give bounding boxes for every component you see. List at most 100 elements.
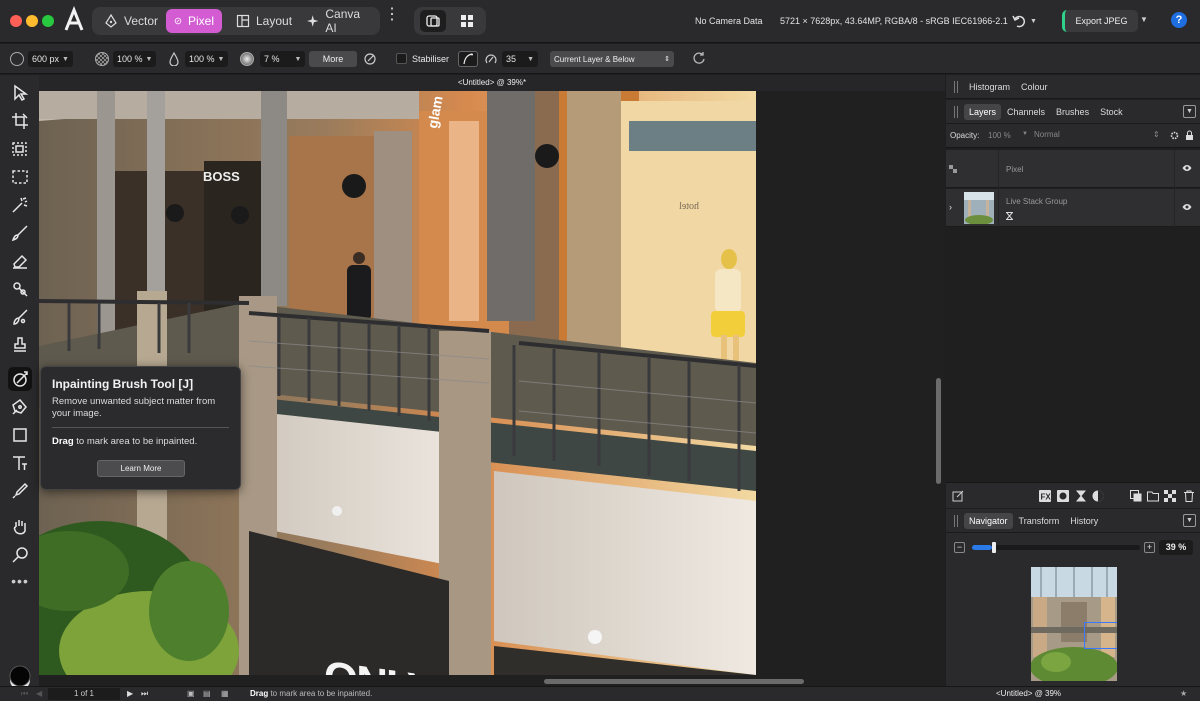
- tab-histogram[interactable]: Histogram: [964, 79, 1015, 95]
- tab-colour[interactable]: Colour: [1016, 79, 1053, 95]
- page-list-icon[interactable]: ▤: [203, 689, 211, 698]
- gear-icon[interactable]: [1169, 130, 1180, 141]
- brush-settings-icon[interactable]: [363, 52, 377, 66]
- layer-row-live-stack-group[interactable]: › Live Stack Group: [946, 189, 1200, 227]
- live-filter-icon[interactable]: [1075, 490, 1087, 502]
- eye-icon[interactable]: [1182, 203, 1192, 211]
- persona-pixel-button[interactable]: Pixel: [166, 9, 222, 33]
- checkerboard-add-icon[interactable]: [1164, 490, 1176, 502]
- edit-layer-icon[interactable]: [952, 490, 964, 502]
- marquee-tool-button[interactable]: [8, 165, 32, 189]
- folder-icon[interactable]: [1147, 490, 1159, 502]
- stabiliser-value-control[interactable]: 35 ▼: [502, 51, 538, 67]
- eye-icon[interactable]: [1182, 164, 1192, 172]
- panel-grip-icon[interactable]: [954, 80, 958, 93]
- tab-history[interactable]: History: [1065, 513, 1103, 529]
- star-icon[interactable]: ★: [1180, 689, 1187, 698]
- tab-channels[interactable]: Channels: [1002, 104, 1050, 120]
- document-tab[interactable]: <Untitled> @ 39%*: [39, 75, 945, 91]
- hardness-control[interactable]: 7 % ▼: [240, 51, 306, 67]
- opacity-field[interactable]: 100 % ▼: [113, 51, 157, 67]
- persona-canva-ai-button[interactable]: Canva AI: [298, 7, 380, 35]
- layer-fx-icon[interactable]: FX: [1039, 490, 1051, 502]
- move-tool-button[interactable]: [8, 81, 32, 105]
- horizontal-scrollbar[interactable]: [544, 679, 804, 684]
- lock-icon[interactable]: [1185, 130, 1194, 141]
- page-indicator[interactable]: 1 of 1: [48, 688, 120, 700]
- layer-source-select[interactable]: Current Layer & Below ⇕: [550, 51, 674, 67]
- add-pixel-layer-icon[interactable]: [1130, 490, 1142, 502]
- crop-tool-button[interactable]: [8, 109, 32, 133]
- opacity-control[interactable]: 100 % ▼: [95, 51, 157, 67]
- tab-stock[interactable]: Stock: [1095, 104, 1128, 120]
- export-options-chevron-icon[interactable]: ▼: [1140, 15, 1148, 24]
- undo-button[interactable]: ▼: [1012, 12, 1046, 30]
- page-spread-icon[interactable]: ▣: [187, 689, 195, 698]
- dodge-brush-tool-button[interactable]: [8, 277, 32, 301]
- affinity-logo-icon[interactable]: [62, 5, 86, 36]
- grid-view-button[interactable]: [454, 10, 480, 32]
- navigator-viewport-rect[interactable]: [1084, 622, 1117, 649]
- more-button[interactable]: More: [309, 51, 357, 67]
- stabiliser-value-field[interactable]: 35 ▼: [502, 51, 538, 67]
- more-options-icon[interactable]: ⋮: [384, 7, 400, 32]
- layer-opacity-value[interactable]: 100 %: [988, 131, 1011, 140]
- blend-mode-select[interactable]: Normal: [1034, 130, 1060, 139]
- zoom-window-button[interactable]: [42, 15, 54, 27]
- last-page-icon[interactable]: ⏭: [141, 689, 148, 699]
- zoom-tool-button[interactable]: [8, 543, 32, 567]
- erase-brush-tool-button[interactable]: [8, 249, 32, 273]
- zoom-out-button[interactable]: −: [954, 542, 965, 553]
- expand-chevron-icon[interactable]: ›: [949, 202, 952, 212]
- more-tools-icon[interactable]: •••: [8, 569, 32, 593]
- learn-more-button[interactable]: Learn More: [97, 460, 185, 477]
- mask-layer-icon[interactable]: [1057, 490, 1069, 502]
- tab-transform[interactable]: Transform: [1014, 513, 1065, 529]
- hardness-field[interactable]: 7 % ▼: [260, 51, 306, 67]
- adjustment-layer-icon[interactable]: [1092, 490, 1104, 502]
- flow-control[interactable]: 100 % ▼: [168, 51, 229, 67]
- window-mode-button[interactable]: [481, 51, 501, 67]
- brush-width-field[interactable]: 600 px ▼: [28, 51, 73, 67]
- prev-page-icon[interactable]: ◀: [36, 689, 42, 698]
- flow-field[interactable]: 100 % ▼: [185, 51, 229, 67]
- flood-select-tool-button[interactable]: [8, 193, 32, 217]
- layer-row-pixel[interactable]: Pixel: [946, 150, 1200, 188]
- reset-refresh-icon[interactable]: [692, 51, 706, 65]
- collapse-chevron-icon[interactable]: ▼: [1183, 105, 1196, 118]
- vertical-scrollbar[interactable]: [936, 378, 941, 484]
- export-jpeg-button[interactable]: Export JPEG: [1062, 10, 1138, 32]
- zoom-in-button[interactable]: +: [1144, 542, 1155, 553]
- persona-layout-button[interactable]: Layout: [228, 9, 300, 33]
- zoom-value-field[interactable]: 39 %: [1159, 540, 1193, 555]
- tab-navigator[interactable]: Navigator: [964, 512, 1013, 529]
- tab-layers[interactable]: Layers: [964, 103, 1002, 120]
- color-picker-tool-button[interactable]: [8, 479, 32, 503]
- clone-brush-tool-button[interactable]: [8, 333, 32, 357]
- text-tool-button[interactable]: [8, 451, 32, 475]
- selection-brush-tool-button[interactable]: [8, 137, 32, 161]
- close-window-button[interactable]: [10, 15, 22, 27]
- first-page-icon[interactable]: ⏮: [21, 689, 28, 699]
- minimize-window-button[interactable]: [26, 15, 38, 27]
- rectangle-tool-button[interactable]: [8, 423, 32, 447]
- paint-brush-tool-button[interactable]: [8, 221, 32, 245]
- view-tool-button[interactable]: [8, 515, 32, 539]
- zoom-slider-handle[interactable]: [992, 542, 996, 553]
- tab-brushes[interactable]: Brushes: [1051, 104, 1094, 120]
- panel-grip-icon[interactable]: [954, 514, 958, 527]
- stabiliser-checkbox[interactable]: [396, 53, 407, 64]
- trash-icon[interactable]: [1183, 490, 1195, 502]
- blur-brush-tool-button[interactable]: [8, 305, 32, 329]
- panel-grip-icon[interactable]: [954, 105, 958, 118]
- zoom-slider[interactable]: [972, 542, 1140, 553]
- help-button[interactable]: ?: [1171, 12, 1187, 28]
- navigator-preview[interactable]: [1031, 567, 1117, 681]
- rope-mode-button[interactable]: [458, 51, 478, 67]
- collapse-chevron-icon[interactable]: ▼: [1183, 514, 1196, 527]
- inpainting-brush-tool-button[interactable]: [8, 367, 32, 391]
- brush-width-control[interactable]: 600 px ▼: [10, 51, 73, 67]
- persona-vector-button[interactable]: Vector: [96, 9, 166, 33]
- next-page-icon[interactable]: ▶: [127, 689, 133, 698]
- page-single-icon[interactable]: ▦: [221, 689, 229, 698]
